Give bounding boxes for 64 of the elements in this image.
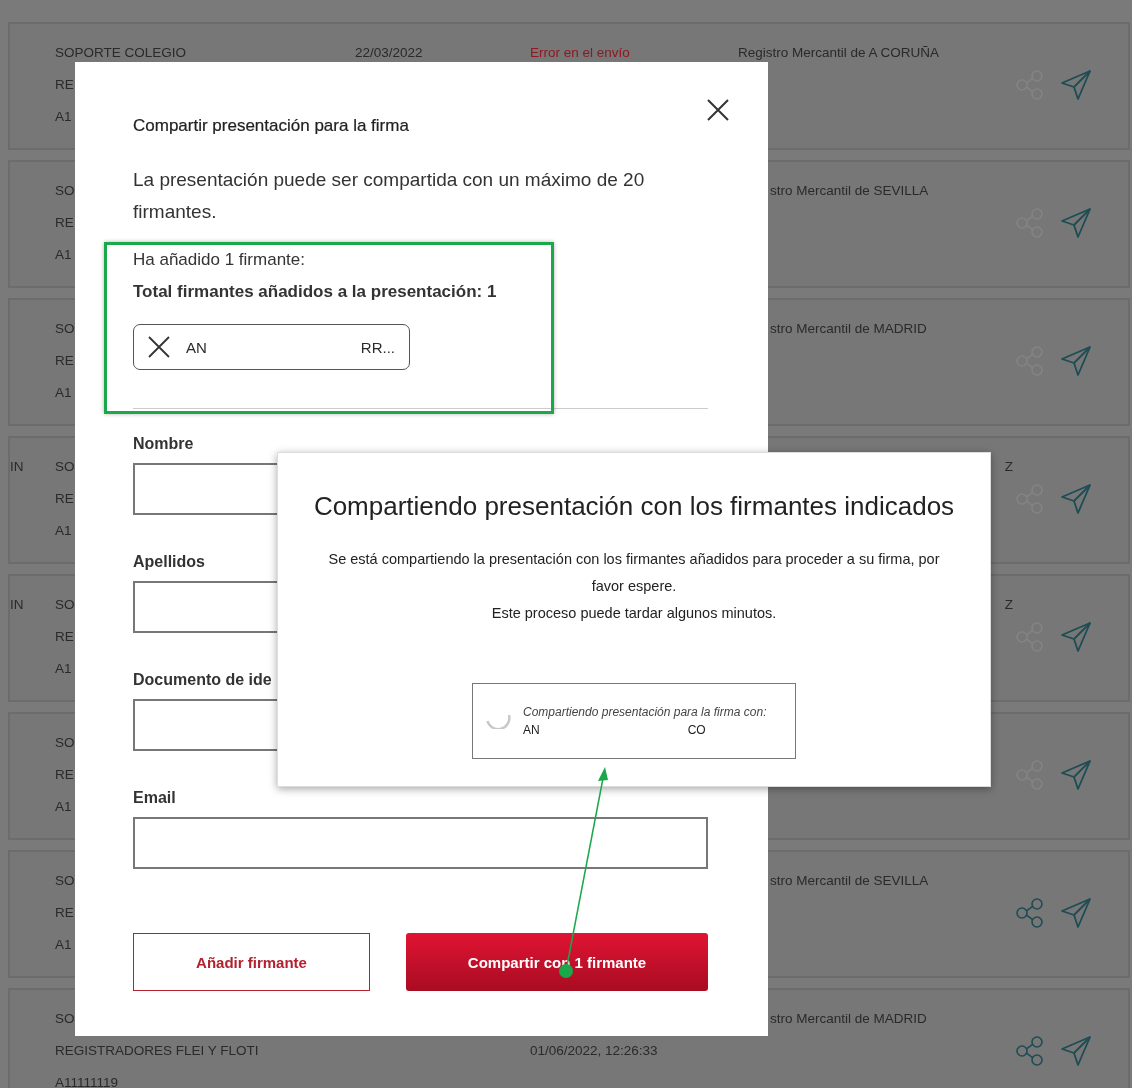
record-text: SO (55, 1010, 75, 1028)
field-label: Apellidos (133, 553, 205, 571)
record-text: RE (55, 766, 74, 784)
record-text: A1 (55, 108, 72, 126)
signer-chip[interactable]: AN RR... (133, 324, 410, 370)
dialog-title: Compartir presentación para la firma (133, 116, 410, 136)
registry-text: stro Mercantil de MADRID (769, 1010, 927, 1028)
input-field[interactable] (133, 817, 708, 869)
record-text: A1 (55, 936, 72, 954)
field-label: Documento de ide (133, 671, 272, 689)
send-icon[interactable] (1059, 1034, 1093, 1068)
record-text: IN (10, 458, 24, 476)
registry-text: stro Mercantil de SEVILLA (769, 872, 929, 890)
progress-status: Compartiendo presentación para la firma con: (523, 704, 767, 721)
record-text: A1 (55, 798, 72, 816)
close-button[interactable] (706, 98, 730, 122)
registry-text: Z (1004, 596, 1013, 614)
record-text: SOPORTE COLEGIO (55, 44, 187, 62)
field-label: Email (133, 789, 176, 807)
added-text: Ha añadido 1 firmante: (133, 250, 306, 270)
record-text: A1 (55, 246, 72, 264)
send-icon[interactable] (1059, 206, 1093, 240)
record-text: A1 (55, 384, 72, 402)
record-text: A1 (55, 660, 72, 678)
record-text: RE (55, 76, 74, 94)
record-text: SO (55, 182, 75, 200)
remove-icon[interactable] (148, 336, 170, 358)
record-text: SO (55, 458, 75, 476)
signer-name: CO (687, 722, 706, 739)
send-icon[interactable] (1059, 482, 1093, 516)
record-text: SO (55, 872, 75, 890)
record-text: RE (55, 904, 74, 922)
record-text: SO (55, 596, 75, 614)
registry-text: Registro Mercantil de A CORUÑA (738, 44, 940, 62)
record-text: RE (55, 214, 74, 232)
record-text: A1 (55, 522, 72, 540)
signer-name: AN (523, 722, 540, 739)
dialog-text: Se está compartiendo la presentación con los firmantes añadidos para proceder a su firma, por favor espere. (327, 550, 941, 596)
dialog-text: La presentación puede ser compartida con un máximo de 20 firmantes. (133, 168, 646, 224)
record-text: A11111119 (55, 1074, 119, 1088)
record-date: 22/03/2022 (355, 44, 423, 62)
send-icon[interactable] (1059, 68, 1093, 102)
dialog-text: Este proceso puede tardar algunos minutos. (491, 604, 777, 623)
spinner-icon (485, 713, 511, 729)
registry-text: stro Mercantil de MADRID (769, 320, 927, 338)
record-text: RE (55, 352, 74, 370)
total-text: Total firmantes añadidos a la presentación: 1 (133, 282, 498, 302)
record-text: RE (55, 628, 74, 646)
record-text: SO (55, 734, 75, 752)
record-text: REGISTRADORES FLEI Y FLOTI (55, 1042, 259, 1060)
record-text: SO (55, 320, 75, 338)
send-icon[interactable] (1059, 620, 1093, 654)
record-text: RE (55, 490, 74, 508)
send-icon[interactable] (1059, 344, 1093, 378)
field-label: Nombre (133, 435, 194, 453)
add-signer-button[interactable]: Añadir firmante (133, 933, 370, 991)
registry-text: stro Mercantil de SEVILLA (769, 182, 929, 200)
registry-text: Z (1004, 458, 1013, 476)
record-status: Error en el envío (530, 44, 630, 62)
send-icon[interactable] (1059, 758, 1093, 792)
dialog-title: Compartiendo presentación con los firmantes indicados (313, 491, 955, 522)
record-text: IN (10, 596, 24, 614)
send-icon[interactable] (1059, 896, 1093, 930)
record-date: 01/06/2022, 12:26:33 (530, 1042, 658, 1060)
